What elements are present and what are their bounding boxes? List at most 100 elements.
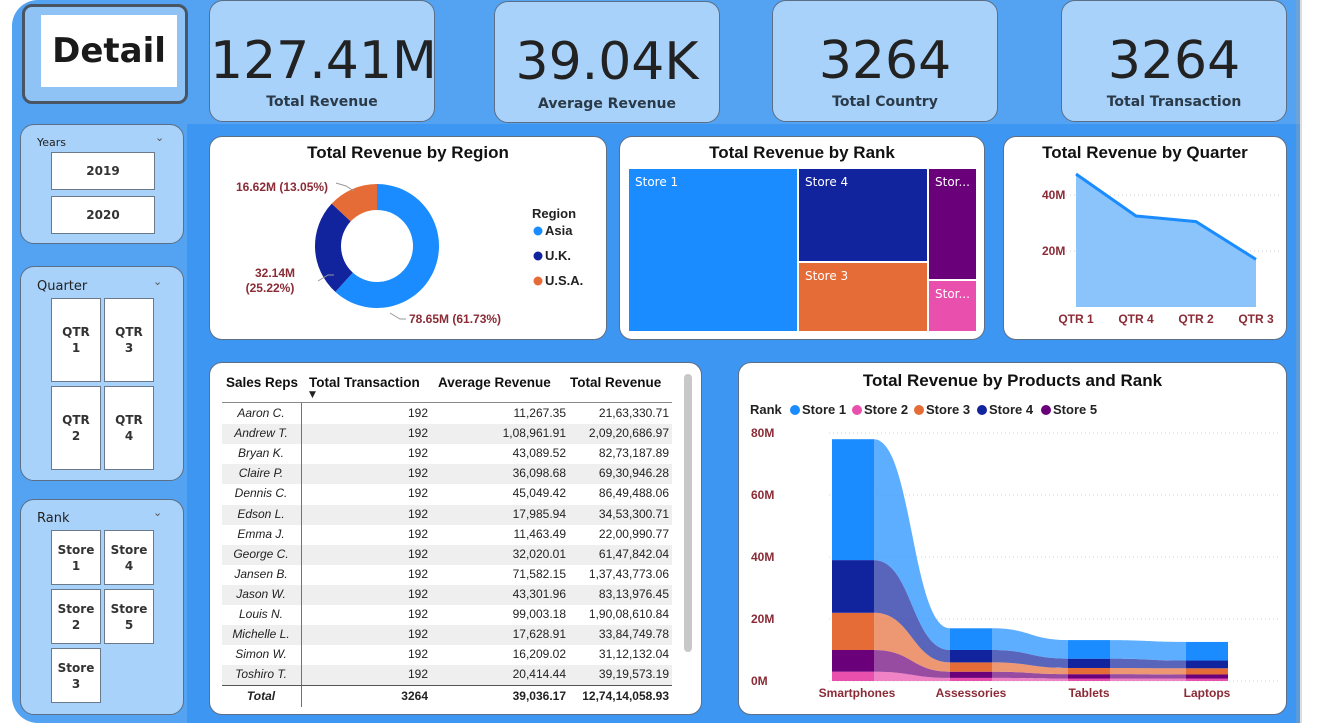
- cell-total-transaction: 192: [407, 586, 428, 601]
- bar-assessories-store-1: [950, 628, 992, 650]
- rank-store-1-tile[interactable]: Store 1: [51, 530, 101, 585]
- ribbon-store-5: [1110, 674, 1186, 679]
- table-row[interactable]: Edson L. 192 17,985.94 34,53,300.71: [222, 504, 672, 525]
- kpi-label: Average Revenue: [537, 96, 677, 112]
- quarter-3-tile[interactable]: QTR 3: [104, 298, 154, 382]
- table-scrollbar[interactable]: [684, 374, 692, 652]
- bar-tablets-store-5: [1068, 674, 1110, 679]
- bar-laptops-store-4: [1186, 660, 1228, 669]
- treemap-tile[interactable]: Stor...: [928, 168, 977, 280]
- ribbon-store-3: [1110, 667, 1186, 675]
- rank-store-4-tile[interactable]: Store 4: [104, 530, 154, 585]
- quarter-chart-card: Total Revenue by Quarter 20M 40M QTR 1 QTR …: [1003, 136, 1287, 340]
- column-divider: [301, 403, 302, 707]
- cell-sales-rep: Jason W.: [236, 586, 286, 601]
- treemap-tile[interactable]: Store 4: [798, 168, 928, 262]
- table-row[interactable]: Louis N. 192 99,003.18 1,90,08,610.84: [222, 605, 672, 625]
- legend-marker: [977, 405, 987, 415]
- sort-descending-icon[interactable]: ▼: [309, 390, 316, 400]
- rank-slicer: Rank ⌄ Store 1 Store 4 Store 2 Store 5 S…: [20, 499, 184, 715]
- cell-total-transaction: 192: [407, 406, 428, 420]
- table-row[interactable]: Andrew T. 192 1,08,961.91 2,09,20,686.97: [222, 424, 672, 445]
- sales-table-card: Sales Reps Total Transaction Average Rev…: [209, 362, 702, 715]
- quarter-4-tile[interactable]: QTR 4: [104, 386, 154, 470]
- cell-total-transaction: 192: [407, 566, 428, 581]
- cell-sales-rep: Bryan K.: [237, 446, 285, 461]
- cell-total-revenue: 86,49,488.06: [598, 486, 669, 501]
- cell-total-revenue: 33,84,749.78: [598, 627, 669, 642]
- chevron-down-icon[interactable]: ⌄: [153, 506, 162, 519]
- rank-store-2-tile[interactable]: Store 2: [51, 589, 101, 644]
- legend-marker: [533, 226, 543, 236]
- header-sales-reps[interactable]: Sales Reps: [226, 375, 298, 390]
- table-row[interactable]: Michelle L. 192 17,628.91 33,84,749.78: [222, 625, 672, 646]
- slicer-title: Years: [37, 136, 67, 149]
- treemap-tile[interactable]: Stor...: [928, 280, 977, 332]
- legend-marker: [533, 251, 543, 261]
- cell-average-revenue: 99,003.18: [512, 607, 566, 621]
- year-2020-tile[interactable]: 2020: [51, 196, 155, 234]
- legend-title: Region: [532, 206, 576, 221]
- table-row[interactable]: Emma J. 192 11,463.49 22,00,990.77: [222, 525, 672, 545]
- quarter-1-tile[interactable]: QTR 1: [51, 298, 101, 382]
- cell-sales-rep: Louis N.: [238, 607, 284, 621]
- cell-total-transaction: 192: [407, 627, 428, 642]
- chevron-down-icon[interactable]: ⌄: [155, 131, 164, 144]
- cell-total-revenue: 1,37,43,773.06: [588, 566, 669, 581]
- chevron-down-icon[interactable]: ⌄: [153, 275, 162, 288]
- kpi-label: Total Revenue: [266, 94, 378, 110]
- kpi-average-revenue: 39.04K Average Revenue: [494, 1, 720, 123]
- x-tick-label: Smartphones: [819, 686, 896, 700]
- cell-average-revenue: 11,267.35: [513, 406, 567, 420]
- legend-item-store-3: Store 3: [926, 402, 970, 417]
- cell-average-revenue: 43,089.52: [512, 446, 566, 461]
- table-row[interactable]: Jason W. 192 43,301.96 83,13,976.45: [222, 584, 672, 605]
- cell-sales-rep: Claire P.: [238, 466, 284, 481]
- bar-laptops-store-3: [1186, 668, 1228, 675]
- table-row[interactable]: Aaron C. 192 11,267.35 21,63,330.71: [222, 404, 672, 424]
- x-tick-label: QTR 1: [1058, 312, 1094, 326]
- detail-button[interactable]: Detail: [41, 15, 177, 87]
- cell-total-revenue: 21,63,330.71: [598, 406, 669, 420]
- table-row[interactable]: Claire P. 192 36,098.68 69,30,946.28: [222, 464, 672, 485]
- bar-laptops-store-2: [1186, 678, 1228, 681]
- header-total-transaction[interactable]: Total Transaction: [309, 375, 420, 390]
- x-tick-label: Laptops: [1184, 686, 1231, 700]
- cell-sales-rep: Emma J.: [237, 526, 285, 541]
- y-tick-label: 40M: [1042, 188, 1065, 202]
- year-2019-tile[interactable]: 2019: [51, 152, 155, 190]
- header-average-revenue[interactable]: Average Revenue: [438, 375, 551, 390]
- cell-total-transaction: 192: [407, 446, 428, 461]
- total-label: Total: [246, 689, 276, 703]
- products-chart-card: Total Revenue by Products and Rank 0M 20M…: [738, 362, 1287, 715]
- bar-assessories-store-5: [950, 671, 992, 678]
- cell-average-revenue: 16,209.02: [512, 647, 566, 662]
- page-edge: [1296, 0, 1302, 723]
- cell-average-revenue: 32,020.01: [512, 546, 566, 561]
- cell-total-transaction: 192: [407, 546, 428, 561]
- bar-tablets-store-3: [1068, 667, 1110, 675]
- x-tick-label: QTR 3: [1238, 312, 1274, 326]
- legend-marker: [533, 276, 543, 286]
- table-row[interactable]: Bryan K. 192 43,089.52 82,73,187.89: [222, 444, 672, 464]
- header-total-revenue[interactable]: Total Revenue: [570, 375, 661, 390]
- y-tick-label: 60M: [751, 488, 774, 502]
- cell-sales-rep: Andrew T.: [234, 426, 288, 441]
- cell-total-revenue: 22,00,990.77: [598, 526, 669, 541]
- cell-sales-rep: George C.: [233, 546, 289, 561]
- dashboard: Detail 127.41M Total Revenue 39.04K Aver…: [0, 0, 1317, 723]
- quarter-slicer: Quarter ⌄ QTR 1 QTR 3 QTR 2 QTR 4: [20, 266, 184, 481]
- table-row[interactable]: George C. 192 32,020.01 61,47,842.04: [222, 544, 672, 565]
- quarter-2-tile[interactable]: QTR 2: [51, 386, 101, 470]
- rank-store-5-tile[interactable]: Store 5: [104, 589, 154, 644]
- table-row[interactable]: Toshiro T. 192 20,414.44 39,19,573.19: [222, 665, 672, 686]
- treemap-tile[interactable]: Store 3: [798, 262, 928, 332]
- treemap-tile[interactable]: Store 1: [628, 168, 798, 332]
- table-row[interactable]: Simon W. 192 16,209.02 31,12,132.04: [222, 645, 672, 665]
- rank-store-3-tile[interactable]: Store 3: [51, 648, 101, 703]
- total-revenue: 12,74,14,058.93: [582, 689, 669, 703]
- table-row[interactable]: Jansen B. 192 71,582.15 1,37,43,773.06: [222, 565, 672, 585]
- cell-total-transaction: 192: [407, 466, 428, 481]
- legend-item-store-4: Store 4: [989, 402, 1034, 417]
- table-row[interactable]: Dennis C. 192 45,049.42 86,49,488.06: [222, 484, 672, 504]
